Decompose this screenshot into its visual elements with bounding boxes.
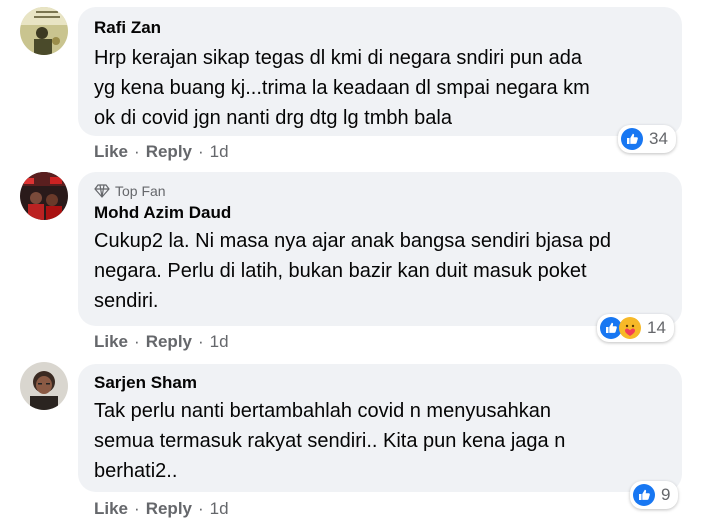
comment-actions: Like · Reply · 1d (94, 499, 229, 519)
care-icon (619, 317, 641, 339)
reaction-count: 14 (647, 318, 666, 337)
comment-actions: Like · Reply · 1d (94, 332, 229, 352)
separator-dot: · (198, 332, 204, 351)
comment-author[interactable]: Mohd Azim Daud (94, 202, 668, 224)
comment-timestamp[interactable]: 1d (210, 499, 229, 519)
comment-text: Tak perlu nanti bertambahlah covid n men… (94, 400, 566, 482)
separator-dot: · (198, 499, 204, 518)
diamond-icon (94, 184, 110, 198)
separator-dot: · (134, 499, 140, 518)
badge-label: Top Fan (115, 183, 166, 199)
reaction-count: 34 (649, 129, 668, 148)
reaction-summary[interactable]: 14 (597, 314, 674, 342)
separator-dot: · (134, 332, 140, 351)
reply-button[interactable]: Reply (146, 332, 192, 352)
like-icon (633, 484, 655, 506)
comment-author[interactable]: Rafi Zan (94, 17, 668, 39)
reaction-summary[interactable]: 9 (630, 481, 679, 509)
reaction-count: 9 (661, 485, 671, 504)
avatar[interactable] (20, 172, 68, 220)
separator-dot: · (198, 142, 204, 161)
separator-dot: · (134, 142, 140, 161)
like-button[interactable]: Like (94, 142, 128, 162)
reaction-summary[interactable]: 34 (618, 125, 676, 153)
comment-author[interactable]: Sarjen Sham (94, 372, 668, 394)
top-fan-badge: Top Fan (94, 182, 668, 200)
reply-button[interactable]: Reply (146, 499, 192, 519)
comment-timestamp[interactable]: 1d (210, 332, 229, 352)
comment-actions: Like · Reply · 1d (94, 142, 229, 162)
comment-text: Hrp kerajan sikap tegas dl kmi di negara… (94, 47, 590, 129)
comment-bubble: Rafi Zan Hrp kerajan sikap tegas dl kmi … (78, 7, 682, 136)
like-button[interactable]: Like (94, 332, 128, 352)
comment-text: Cukup2 la. Ni masa nya ajar anak bangsa … (94, 230, 611, 312)
like-button[interactable]: Like (94, 499, 128, 519)
avatar[interactable] (20, 362, 68, 410)
comment-bubble: Sarjen Sham Tak perlu nanti bertambahlah… (78, 364, 682, 492)
like-icon (621, 128, 643, 150)
comment-bubble: Top Fan Mohd Azim Daud Cukup2 la. Ni mas… (78, 172, 682, 326)
comment-timestamp[interactable]: 1d (210, 142, 229, 162)
avatar[interactable] (20, 7, 68, 55)
reply-button[interactable]: Reply (146, 142, 192, 162)
